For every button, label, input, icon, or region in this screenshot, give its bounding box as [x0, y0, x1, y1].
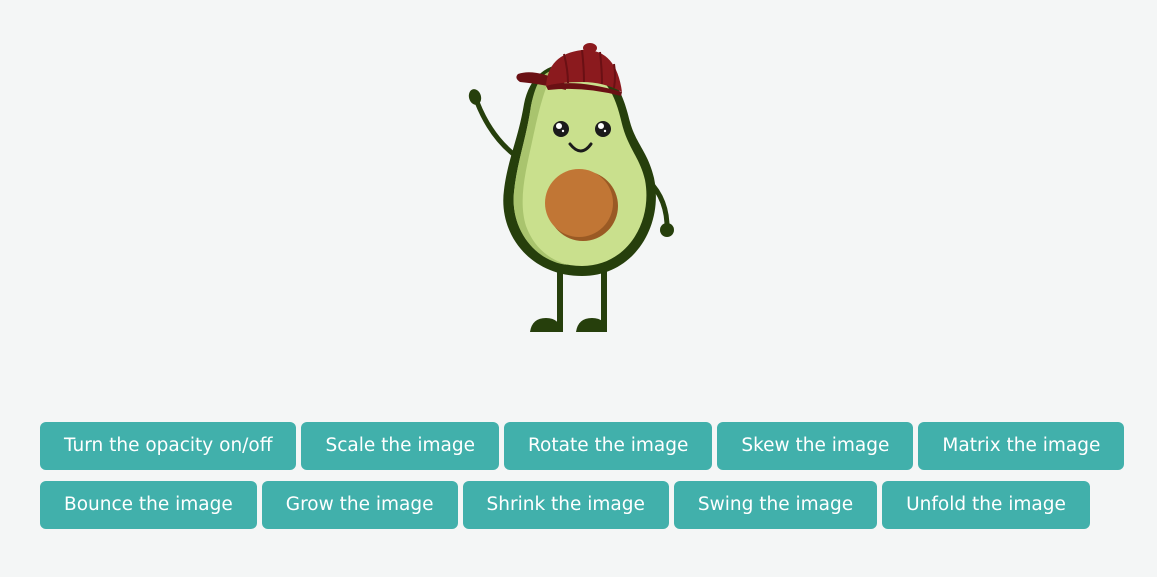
scale-button[interactable]: Scale the image — [301, 422, 500, 470]
opacity-toggle-button[interactable]: Turn the opacity on/off — [40, 422, 297, 470]
rotate-button[interactable]: Rotate the image — [504, 422, 713, 470]
matrix-button[interactable]: Matrix the image — [918, 422, 1125, 470]
avocado-legs — [529, 270, 607, 332]
swing-button[interactable]: Swing the image — [673, 481, 878, 529]
action-buttons: Turn the opacity on/off Scale the image … — [40, 422, 1140, 529]
bounce-button[interactable]: Bounce the image — [40, 481, 257, 529]
unfold-button[interactable]: Unfold the image — [882, 481, 1090, 529]
shrink-button[interactable]: Shrink the image — [462, 481, 669, 529]
image-container — [0, 30, 1157, 340]
skew-button[interactable]: Skew the image — [717, 422, 914, 470]
avocado-image — [468, 43, 674, 332]
grow-button[interactable]: Grow the image — [261, 481, 458, 529]
